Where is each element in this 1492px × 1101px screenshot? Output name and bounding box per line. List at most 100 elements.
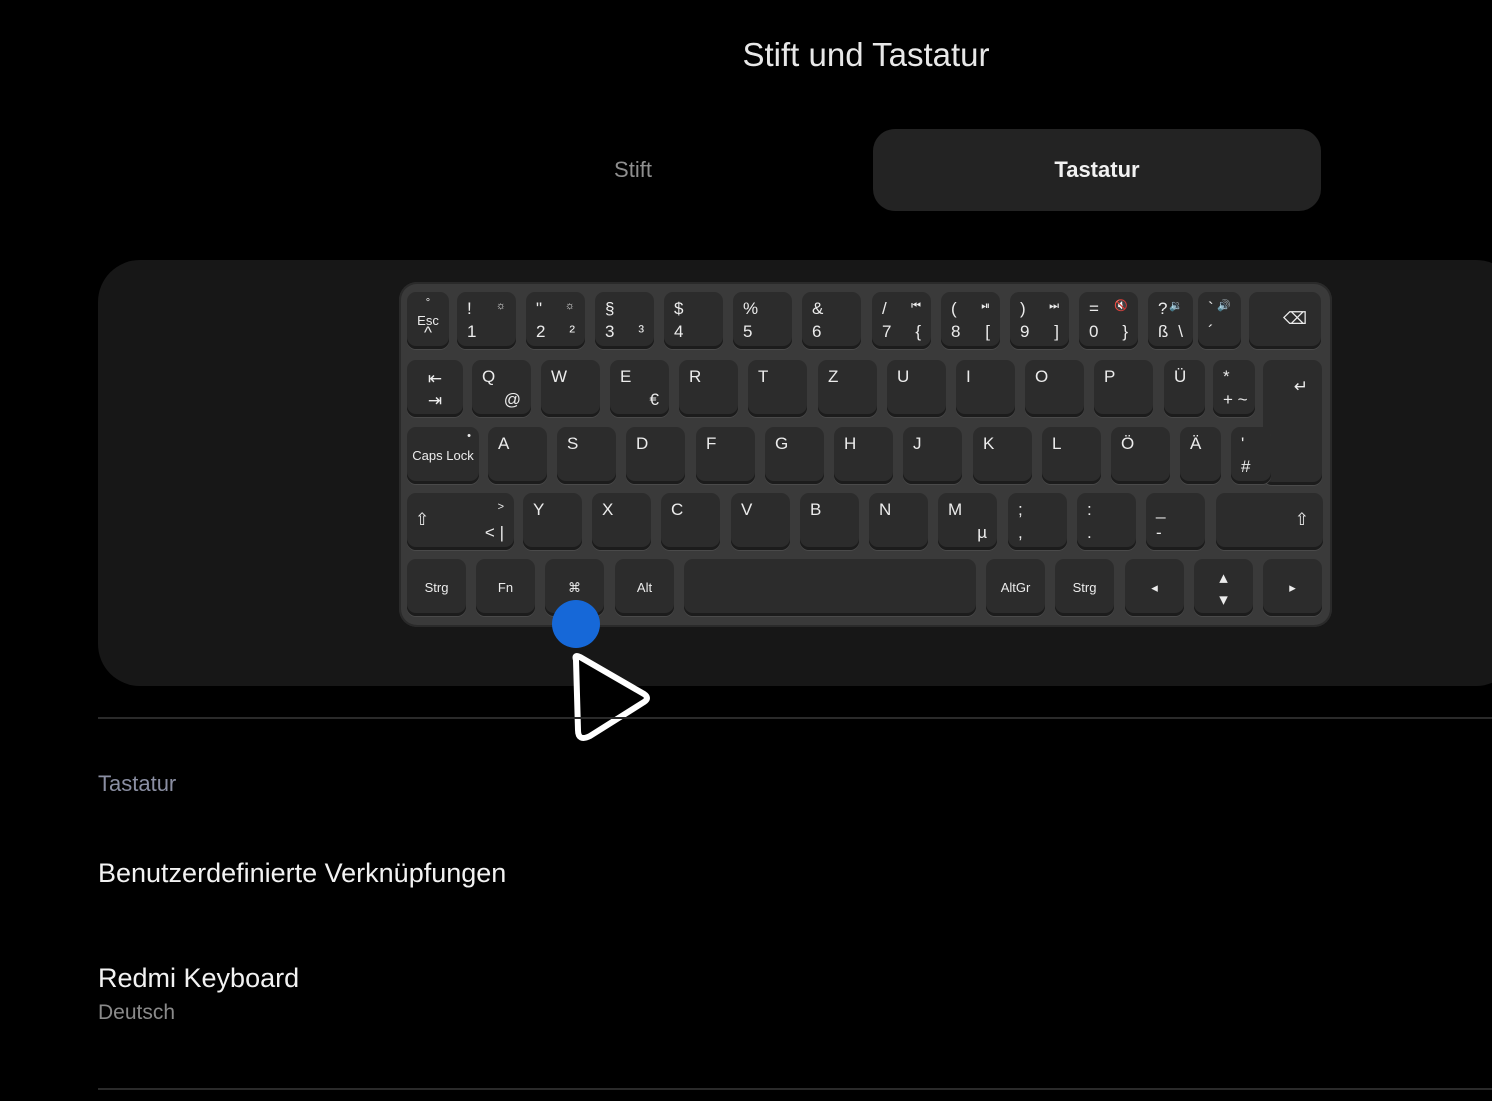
key-5: % 5 [733, 292, 792, 349]
key-label: T [758, 367, 769, 386]
key-1: ! ☼ 1 [457, 292, 516, 349]
key-d: D [626, 427, 685, 484]
key-y: Y [523, 493, 582, 550]
key-label: . [1087, 523, 1092, 542]
key-label: Ä [1190, 434, 1202, 453]
key-comma: ;, [1008, 493, 1067, 550]
key-label: 5 [743, 322, 753, 341]
redmi-keyboard-row[interactable] [98, 950, 1492, 1040]
key-c: C [661, 493, 720, 550]
key-label: ] [1054, 322, 1059, 341]
key-6: & 6 [802, 292, 861, 349]
key-label: € [649, 390, 659, 409]
key-label: : [1087, 500, 1092, 519]
tab-stift[interactable]: Stift [409, 129, 857, 211]
key-label: ß [1158, 322, 1169, 341]
key-label: K [983, 434, 995, 453]
key-label: Fn [497, 580, 514, 595]
key-label: 6 [812, 322, 822, 341]
key-label: W [551, 367, 568, 386]
key-label: V [741, 500, 753, 519]
key-label: L [1052, 434, 1062, 453]
key-strg-left: Strg [407, 559, 466, 616]
key-x: X [592, 493, 651, 550]
key-label: R [689, 367, 702, 386]
key-arrow-right: ▸ [1263, 559, 1322, 616]
key-m: Mµ [938, 493, 997, 550]
key-label: ` [1208, 299, 1214, 318]
key-caps-lock: Caps Lock • [407, 427, 479, 484]
key-label: 1 [467, 322, 477, 341]
key-label: ☼ [564, 300, 575, 312]
key-label: ⏯ [981, 300, 990, 312]
key-3: § 3 ³ [595, 292, 654, 349]
key-shift-right: ⇧ [1216, 493, 1323, 550]
key-label: F [706, 434, 717, 453]
key-label: Q [482, 367, 496, 386]
key-label: * [1223, 367, 1230, 386]
key-label: { [915, 322, 921, 341]
key-label: / [882, 299, 887, 318]
key-label: & [812, 299, 824, 318]
key-2: " ☼ 2 ² [526, 292, 585, 349]
key-label: 7 [882, 322, 892, 341]
key-plus: * + ~ [1213, 360, 1255, 417]
key-label: X [602, 500, 614, 519]
key-hash: ' # [1231, 427, 1271, 484]
key-label: ▾ [1219, 590, 1228, 609]
key-label: I [966, 367, 971, 386]
key-label: $ [674, 299, 684, 318]
key-label: Strg [1072, 580, 1097, 595]
key-label: - [1156, 523, 1162, 542]
key-label: ⇧ [1294, 510, 1309, 529]
key-label: Alt [636, 580, 653, 595]
key-label: ⏭ [1049, 300, 1059, 312]
pointer-cursor-icon [572, 653, 650, 741]
custom-shortcuts-title: Benutzerdefinierte Verknüpfungen [98, 858, 507, 888]
keyboard-illustration: Esc ° ^! ☼ 1 " ☼ 2 ² § 3 ³ $4% 5 & 6/⏮ 7{(⏯ 8[) ⏭ 9] = 🔇 0}? 🔉 ß… [399, 282, 1332, 627]
key-label: ^ [424, 323, 432, 342]
key-label: } [1122, 322, 1128, 341]
key-label: U [897, 367, 910, 386]
key-h: H [834, 427, 893, 484]
key-label: S [567, 434, 579, 453]
key-4: $4 [664, 292, 723, 349]
key-label: ☼ [495, 300, 506, 312]
key-label: ; [1018, 500, 1023, 519]
key-strg-right: Strg [1055, 559, 1114, 616]
key-tab: ⇤ ⇥ [407, 360, 463, 417]
key-label: 🔉 [1169, 300, 1183, 312]
key-label: ( [951, 299, 957, 318]
key-fn: Fn [476, 559, 535, 616]
key-backspace: ⌫ [1249, 292, 1321, 349]
key-label: ⌘ [568, 580, 581, 595]
key-label: Caps Lock [412, 448, 474, 463]
key-label: ⇤ [427, 369, 443, 388]
key-label: § [605, 299, 615, 318]
key-b: B [800, 493, 859, 550]
key-g: G [765, 427, 824, 484]
key-label: 2 [536, 322, 546, 341]
key-label: ⇥ [427, 391, 443, 410]
key-esc: Esc ° ^ [407, 292, 449, 349]
key-o: O [1025, 360, 1084, 417]
key-label: Ü [1174, 367, 1187, 386]
key-sz: ? 🔉 ß \ [1148, 292, 1193, 349]
key-label: M [948, 500, 963, 519]
key-label: G [775, 434, 789, 453]
key-k: K [973, 427, 1032, 484]
key-label: + ~ [1223, 390, 1248, 409]
key-label: 8 [951, 322, 961, 341]
key-enter: ↵ [1263, 360, 1322, 485]
key-alt: Alt [615, 559, 674, 616]
key-label: AltGr [1000, 580, 1031, 595]
top-divider [98, 717, 1492, 719]
key-label: Strg [424, 580, 449, 595]
key-label: 9 [1020, 322, 1030, 341]
key-label: ´ [1208, 322, 1214, 341]
key-label: ▴ [1219, 568, 1228, 587]
key-i: I [956, 360, 1015, 417]
tab-tastatur[interactable]: Tastatur [873, 129, 1321, 211]
redmi-keyboard-title: Redmi Keyboard [98, 963, 300, 993]
key-label: D [636, 434, 649, 453]
